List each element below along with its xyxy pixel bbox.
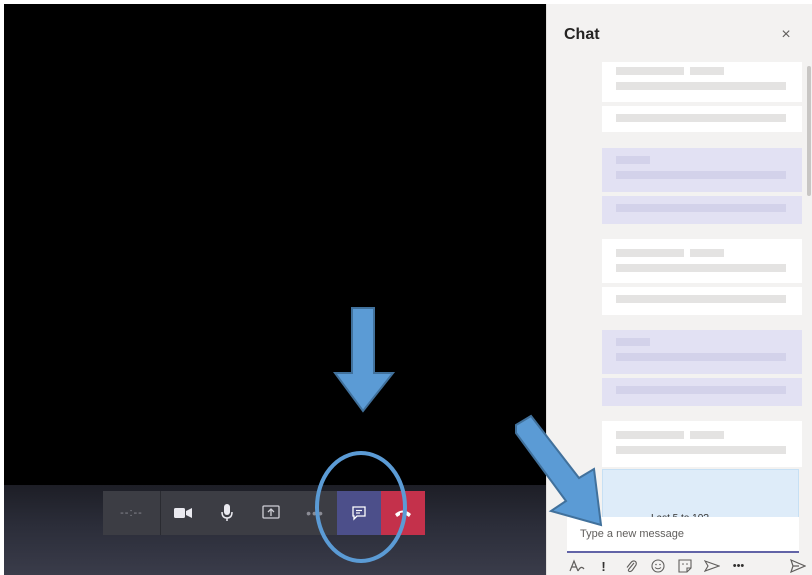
video-stage	[4, 4, 546, 485]
annotation-arrow-down-icon	[333, 307, 396, 413]
microphone-icon	[221, 504, 233, 521]
share-screen-button[interactable]	[249, 491, 293, 535]
message-skeleton	[616, 82, 786, 90]
format-button[interactable]	[563, 556, 590, 575]
message-divider	[602, 283, 802, 287]
message-divider	[602, 374, 802, 378]
message-skeleton	[616, 249, 684, 257]
scrollbar[interactable]	[807, 66, 811, 196]
important-button[interactable]: !	[590, 556, 617, 575]
video-camera-icon	[174, 508, 192, 518]
message-item	[602, 62, 802, 132]
message-skeleton	[616, 171, 786, 179]
format-icon	[568, 559, 584, 572]
meet-now-button[interactable]	[698, 556, 725, 575]
message-skeleton	[616, 431, 684, 439]
message-skeleton	[690, 431, 724, 439]
message-skeleton	[616, 338, 650, 346]
message-divider	[602, 192, 802, 196]
message-item	[602, 148, 802, 224]
message-item	[602, 239, 802, 315]
chat-header: Chat ×	[547, 4, 812, 66]
meet-now-icon	[703, 560, 720, 572]
sticker-button[interactable]	[671, 556, 698, 575]
message-skeleton	[690, 249, 724, 257]
microphone-button[interactable]	[205, 491, 249, 535]
close-icon[interactable]: ×	[777, 26, 795, 44]
annotation-circle-icon	[315, 451, 407, 563]
emoji-button[interactable]	[644, 556, 671, 575]
send-icon	[789, 559, 806, 573]
message-item	[602, 421, 802, 467]
call-timer: --:--	[103, 491, 161, 535]
chat-title: Chat	[564, 26, 600, 43]
message-skeleton	[616, 386, 786, 394]
compose-toolbar: ! •••	[563, 556, 811, 575]
attach-button[interactable]	[617, 556, 644, 575]
message-skeleton	[616, 446, 786, 454]
message-skeleton	[616, 353, 786, 361]
teams-call-window: --:-- ••• Chat × Type a new message ! ••…	[0, 0, 812, 575]
important-icon: !	[601, 558, 606, 574]
share-screen-icon	[262, 505, 280, 519]
message-item	[602, 330, 802, 406]
message-skeleton	[690, 67, 724, 75]
more-options-button[interactable]: •••	[725, 556, 752, 575]
emoji-icon	[650, 559, 665, 573]
more-icon: •••	[732, 560, 745, 572]
message-skeleton	[616, 67, 684, 75]
message-skeleton	[616, 114, 786, 122]
message-skeleton	[616, 156, 650, 164]
sticker-icon	[677, 559, 692, 573]
message-divider	[602, 102, 802, 106]
send-button[interactable]	[784, 556, 811, 575]
paperclip-icon	[626, 560, 637, 573]
camera-button[interactable]	[161, 491, 205, 535]
message-skeleton	[616, 204, 786, 212]
latest-message: Last 5 to 10?	[602, 469, 799, 524]
message-skeleton	[616, 295, 786, 303]
message-skeleton	[616, 264, 786, 272]
annotation-arrow-diagonal-icon	[515, 414, 603, 527]
